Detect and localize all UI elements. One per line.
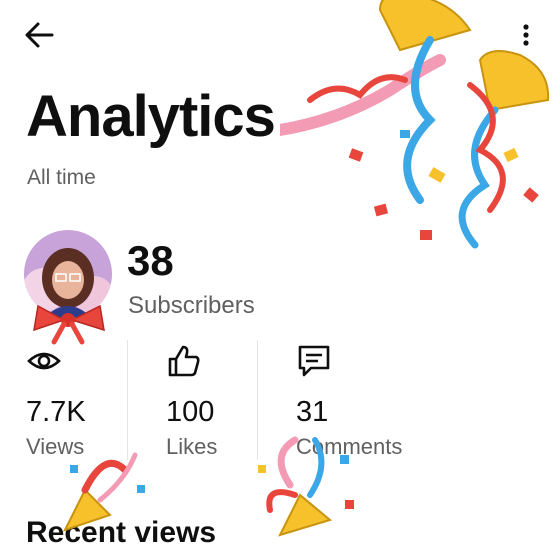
comments-value: 31	[296, 396, 329, 428]
subscribers-label: Subscribers	[128, 292, 255, 319]
date-range-label: All time	[27, 166, 96, 189]
stat-divider	[127, 340, 128, 460]
stat-comments[interactable]: 31 Comments	[296, 344, 426, 474]
channel-avatar[interactable]	[24, 230, 112, 345]
arrow-left-icon	[25, 22, 54, 48]
subscribers-count: 38	[127, 237, 174, 284]
more-options-button[interactable]	[512, 18, 540, 52]
comments-label: Comments	[296, 434, 403, 459]
more-vert-icon	[523, 24, 529, 46]
stat-likes[interactable]: 100 Likes	[166, 344, 252, 474]
avatar	[24, 230, 112, 345]
thumbs-up-icon	[168, 345, 200, 377]
likes-value: 100	[166, 396, 215, 428]
recent-views-heading: Recent views	[26, 516, 217, 549]
likes-label: Likes	[166, 434, 218, 459]
page-title: Analytics	[26, 84, 276, 149]
stat-divider	[257, 340, 258, 460]
back-button[interactable]	[22, 18, 62, 52]
views-value: 7.7K	[26, 396, 86, 428]
eye-icon	[27, 352, 61, 370]
comment-icon	[298, 345, 330, 377]
views-label: Views	[26, 434, 85, 459]
stat-views[interactable]: 7.7K Views	[26, 344, 122, 474]
